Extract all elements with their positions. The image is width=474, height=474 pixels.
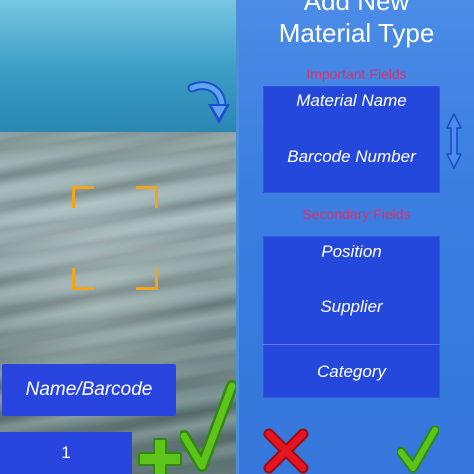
up-down-arrow-icon[interactable] — [445, 112, 463, 170]
scanner-pane: Name/Barcode 1 — [0, 0, 236, 474]
add-material-panel: Add New Material Type Important Fields M… — [239, 0, 474, 474]
quantity-field[interactable]: 1 — [0, 432, 132, 474]
checkmark-icon[interactable] — [180, 380, 236, 474]
important-fields-label: Important Fields — [306, 66, 407, 82]
x-icon[interactable] — [263, 428, 309, 474]
barcode-number-field[interactable]: Barcode Number — [263, 147, 440, 167]
scan-frame-icon — [72, 186, 158, 290]
plus-icon[interactable] — [138, 432, 182, 474]
field-separator — [263, 344, 440, 345]
secondary-fields-label: Secondary Fields — [302, 206, 411, 222]
secondary-fields-group: Position Supplier Category — [263, 236, 440, 398]
panel-title-line2: Material Type — [278, 18, 435, 48]
name-barcode-button[interactable]: Name/Barcode — [2, 364, 176, 416]
curved-arrow-down-icon[interactable] — [186, 78, 232, 130]
panel-title-line1: Add New — [303, 0, 410, 16]
supplier-field[interactable]: Supplier — [263, 297, 440, 317]
important-fields-group: Material Name Barcode Number — [263, 86, 440, 193]
material-name-field[interactable]: Material Name — [263, 91, 440, 111]
position-field[interactable]: Position — [263, 242, 440, 262]
category-field[interactable]: Category — [263, 362, 440, 382]
checkmark-icon[interactable] — [397, 426, 439, 474]
